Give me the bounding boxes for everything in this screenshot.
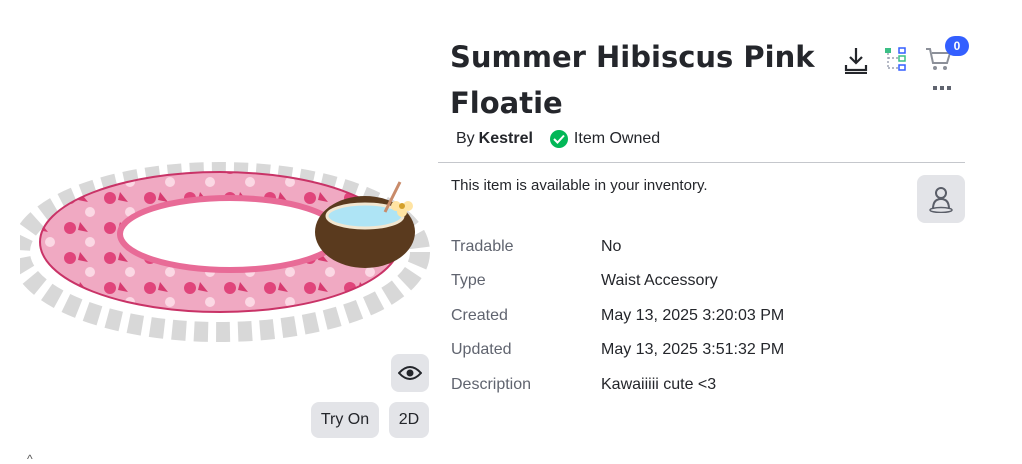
detail-value: Kawaiiiii cute <3: [601, 376, 717, 393]
more-icon: [933, 86, 951, 90]
avatar-icon: [929, 187, 953, 213]
item-byline: By Kestrel Item Owned: [456, 130, 660, 148]
owned-label: Item Owned: [573, 130, 661, 147]
hierarchy-icon: [885, 47, 906, 71]
availability-text: This item is available in your inventory…: [451, 177, 708, 194]
detail-row-updated: Updated May 13, 2025 3:51:32 PM: [451, 332, 911, 366]
preview-toggle-button[interactable]: [391, 354, 429, 392]
detail-label: Description: [451, 376, 532, 393]
item-thumbnail: [20, 162, 430, 342]
detail-row-tradable: Tradable No: [451, 229, 911, 263]
check-circle-icon: [549, 130, 568, 148]
detail-value: Waist Accessory: [601, 272, 718, 289]
download-button[interactable]: [840, 44, 872, 76]
detail-label: Created: [451, 307, 508, 324]
detail-label: Updated: [451, 341, 512, 358]
avatar-try-button[interactable]: [917, 175, 965, 223]
creator-link[interactable]: Kestrel: [479, 130, 533, 148]
detail-label: Tradable: [451, 238, 514, 255]
detail-row-created: Created May 13, 2025 3:20:03 PM: [451, 298, 911, 332]
detail-row-description: Description Kawaiiiii cute <3: [451, 367, 911, 401]
item-title: Summer Hibiscus Pink Floatie: [450, 40, 815, 120]
item-preview: Try On 2D ^: [0, 0, 440, 464]
try-on-button[interactable]: Try On: [311, 402, 379, 438]
detail-row-type: Type Waist Accessory: [451, 263, 911, 297]
download-icon: [844, 48, 868, 74]
detail-label: Type: [451, 272, 486, 289]
hierarchy-button[interactable]: [882, 44, 910, 74]
cart-count-badge: 0: [945, 36, 969, 56]
eye-icon: [398, 366, 422, 380]
divider: [438, 162, 965, 163]
by-label: By: [456, 130, 475, 147]
chevron-up-icon[interactable]: ^: [27, 452, 33, 464]
detail-value: No: [601, 238, 622, 255]
owned-status: Item Owned: [549, 130, 661, 148]
detail-value: May 13, 2025 3:51:32 PM: [601, 341, 785, 358]
more-options-button[interactable]: [930, 80, 954, 96]
detail-value: May 13, 2025 3:20:03 PM: [601, 307, 785, 324]
2d-button[interactable]: 2D: [389, 402, 429, 438]
